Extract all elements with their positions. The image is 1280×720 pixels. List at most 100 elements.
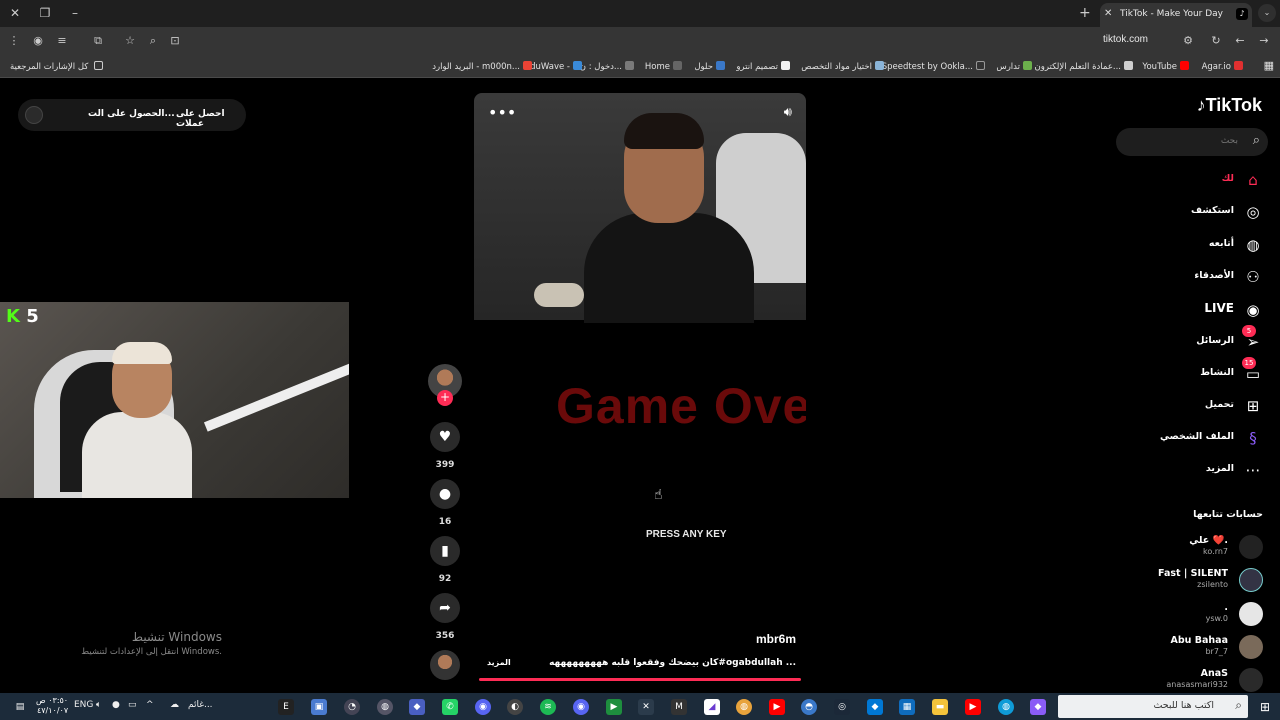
- following-account[interactable]: علي ❤️. ko.rn7: [1063, 534, 1263, 560]
- app-icon[interactable]: ◉: [573, 699, 589, 715]
- youtube-app-icon[interactable]: ▶: [769, 699, 785, 715]
- language-indicator[interactable]: ENG: [74, 700, 93, 710]
- following-account[interactable]: AnaS anasasmari932: [1063, 667, 1263, 693]
- app-icon[interactable]: ◍: [377, 699, 393, 715]
- nav-upload[interactable]: تحميل ⊞: [1104, 395, 1264, 417]
- app-icon[interactable]: ◢: [704, 699, 720, 715]
- follow-plus-icon[interactable]: +: [437, 390, 453, 406]
- volume-icon[interactable]: 🔊︎: [784, 105, 792, 120]
- app-icon[interactable]: ◐: [507, 699, 523, 715]
- nav-messages[interactable]: الرسائل ➢ 5: [1104, 325, 1264, 353]
- restore-window-icon[interactable]: ❐: [36, 5, 54, 21]
- app-icon[interactable]: ◆: [1030, 699, 1046, 715]
- steam-icon[interactable]: ◎: [834, 699, 850, 715]
- bookmark-agar[interactable]: Agar.io: [1202, 61, 1243, 72]
- app-icon[interactable]: ▦: [899, 699, 915, 715]
- bookmark-elearning[interactable]: عمادة التعلم الإلكترون...: [1034, 61, 1133, 72]
- following-account[interactable]: . ysw.0: [1063, 601, 1263, 627]
- speedometer-icon[interactable]: ◔: [344, 699, 360, 715]
- address-bar[interactable]: tiktok.com: [1103, 34, 1148, 45]
- weather-icon[interactable]: ☁: [170, 700, 179, 710]
- nav-more[interactable]: المزيد ⋯: [1104, 459, 1264, 481]
- bookmark-login[interactable]: دخول : ن...: [580, 61, 634, 72]
- video-progress-bar[interactable]: [479, 678, 801, 681]
- nav-activity[interactable]: النشاط ▭ 15: [1104, 357, 1264, 385]
- get-coins-button[interactable]: احصل على عملات: [176, 109, 246, 129]
- app-icon[interactable]: ◓: [801, 699, 817, 715]
- search-input[interactable]: بحث ⌕: [1116, 128, 1268, 156]
- nav-live[interactable]: LIVE ◉: [1104, 299, 1264, 321]
- zoom-icon[interactable]: ⌕: [145, 34, 161, 48]
- chrome-icon[interactable]: ◍: [736, 699, 752, 715]
- app-icon[interactable]: M: [671, 699, 687, 715]
- menu-dots-icon[interactable]: ⋮: [6, 34, 22, 47]
- youtube-music-icon[interactable]: ▶: [965, 699, 981, 715]
- comment-icon[interactable]: ●: [430, 479, 460, 509]
- edge-icon[interactable]: ◍: [998, 699, 1014, 715]
- site-settings-icon[interactable]: ⚙: [1180, 34, 1196, 47]
- caption-more-link[interactable]: المزيد: [487, 658, 511, 667]
- notifications-icon[interactable]: ▤: [12, 699, 28, 715]
- new-tab-icon[interactable]: +: [1079, 5, 1091, 21]
- tab-search-icon[interactable]: ⌄: [1258, 4, 1276, 22]
- bookmark-eduwave[interactable]: EduWave -: [525, 61, 582, 72]
- media-control-icon[interactable]: ≡: [54, 34, 70, 47]
- back-icon[interactable]: →: [1256, 34, 1272, 47]
- extensions-puzzle-icon[interactable]: ⧉: [90, 34, 106, 48]
- tiktok-logo[interactable]: ♪TikTok: [1197, 95, 1262, 116]
- bookmark-star-icon[interactable]: ☆: [122, 34, 138, 47]
- get-app-button[interactable]: الحصول على الت...: [88, 109, 175, 119]
- app-icon[interactable]: ◆: [409, 699, 425, 715]
- taskbar-search-input[interactable]: اكتب هنا للبحث ⌕: [1058, 695, 1248, 718]
- file-explorer-icon[interactable]: ▬: [932, 699, 948, 715]
- taskbar-clock[interactable]: ٠٣:٥٠ ص ٤٧/١٠/٠٧: [36, 696, 68, 716]
- volume-tray-icon[interactable]: 🔈︎: [96, 700, 101, 710]
- video-more-icon[interactable]: •••: [488, 103, 516, 122]
- app-icon[interactable]: ◆: [867, 699, 883, 715]
- mic-tray-icon[interactable]: ●: [112, 700, 120, 710]
- nav-friends[interactable]: الأصدقاء ⚇: [1104, 266, 1264, 288]
- nav-profile[interactable]: الملف الشخصي §: [1104, 427, 1264, 449]
- bookmarks-folder[interactable]: كل الإشارات المرجعية: [10, 61, 104, 72]
- epic-games-icon[interactable]: E: [278, 699, 294, 715]
- weather-label[interactable]: غائم...: [188, 700, 213, 710]
- discord-icon[interactable]: ◉: [475, 699, 491, 715]
- bookmark-gmail[interactable]: البريد الوارد - m000n...: [432, 61, 532, 72]
- like-icon[interactable]: ♥: [430, 422, 460, 452]
- apps-grid-icon[interactable]: ▦: [1264, 59, 1274, 72]
- nav-explore[interactable]: استكشف ◎: [1104, 201, 1264, 223]
- bookmark-youtube[interactable]: YouTube: [1142, 61, 1189, 72]
- profile-mini-icon[interactable]: [25, 106, 43, 124]
- tray-overflow-icon[interactable]: ^: [146, 700, 154, 710]
- windows-start-icon[interactable]: ⊞: [1257, 699, 1273, 715]
- bookmark-home[interactable]: Home: [645, 61, 682, 72]
- share-icon[interactable]: ➦: [430, 593, 460, 623]
- bookmark-solutions[interactable]: حلول: [694, 61, 725, 72]
- play-icon[interactable]: ▶: [606, 699, 622, 715]
- app-icon[interactable]: ✕: [638, 699, 654, 715]
- tab-tiktok[interactable]: ✕ TikTok - Make Your Day ♪: [1100, 3, 1252, 27]
- music-avatar[interactable]: [430, 650, 460, 680]
- forward-icon[interactable]: ←: [1232, 34, 1248, 47]
- following-account[interactable]: Fast | SILENT zsilento: [1063, 567, 1263, 593]
- spotify-icon[interactable]: ≋: [540, 699, 556, 715]
- bookmark-speedtest[interactable]: Speedtest by Ookla...: [882, 61, 985, 72]
- following-account[interactable]: Abu Bahaa br7_7: [1063, 634, 1263, 660]
- reload-icon[interactable]: ↻: [1208, 34, 1224, 47]
- close-window-icon[interactable]: ✕: [6, 5, 24, 21]
- app-icon[interactable]: ▣: [311, 699, 327, 715]
- close-tab-icon[interactable]: ✕: [1104, 3, 1112, 25]
- bookmark-tadarus[interactable]: تدارس: [996, 61, 1032, 72]
- bookmark-intro[interactable]: تصميم انترو: [736, 61, 790, 72]
- video-player[interactable]: ••• 🔊︎ Game Ove PRESS ANY KEY mbr6m كان …: [474, 93, 806, 686]
- extension-icon[interactable]: ◉: [30, 34, 46, 47]
- install-app-icon[interactable]: ⊡: [167, 34, 183, 47]
- video-author[interactable]: mbr6m: [756, 632, 796, 646]
- nav-following[interactable]: أتابعه ◍: [1104, 234, 1264, 256]
- whatsapp-icon[interactable]: ✆: [442, 699, 458, 715]
- nav-for-you[interactable]: لك ⌂: [1104, 169, 1264, 191]
- search-icon[interactable]: ⌕: [1253, 133, 1260, 148]
- minimize-window-icon[interactable]: –: [66, 5, 84, 21]
- bookmark-icon[interactable]: ▮: [430, 536, 460, 566]
- bookmark-courses[interactable]: اختيار مواد التخصص: [801, 61, 884, 72]
